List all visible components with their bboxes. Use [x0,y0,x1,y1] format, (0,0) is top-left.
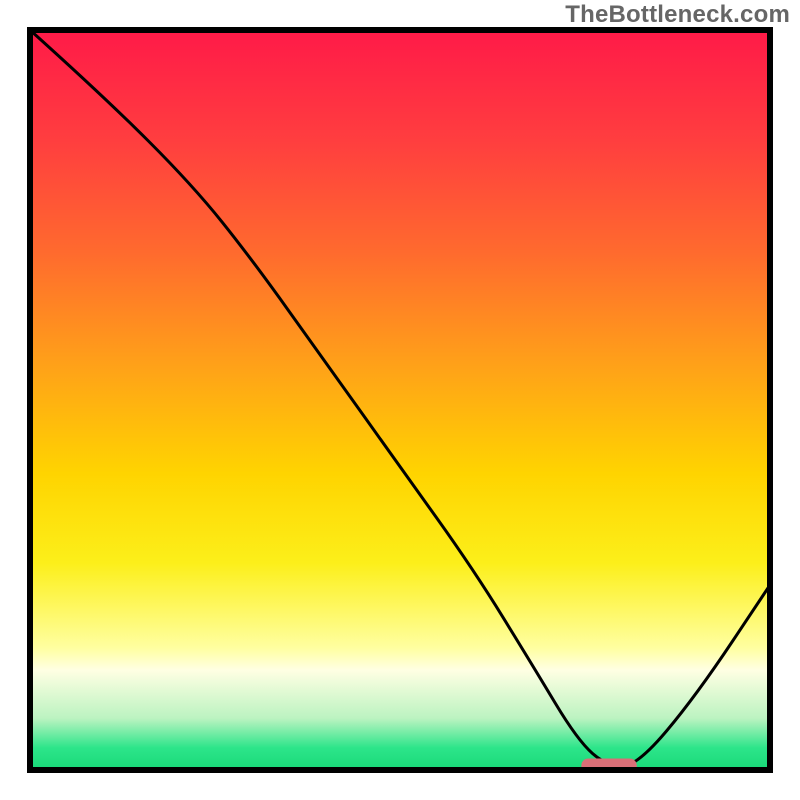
bottom-margin [0,790,800,800]
bottleneck-chart [0,0,800,800]
gradient-background [30,30,770,770]
chart-container: TheBottleneck.com [0,0,800,800]
